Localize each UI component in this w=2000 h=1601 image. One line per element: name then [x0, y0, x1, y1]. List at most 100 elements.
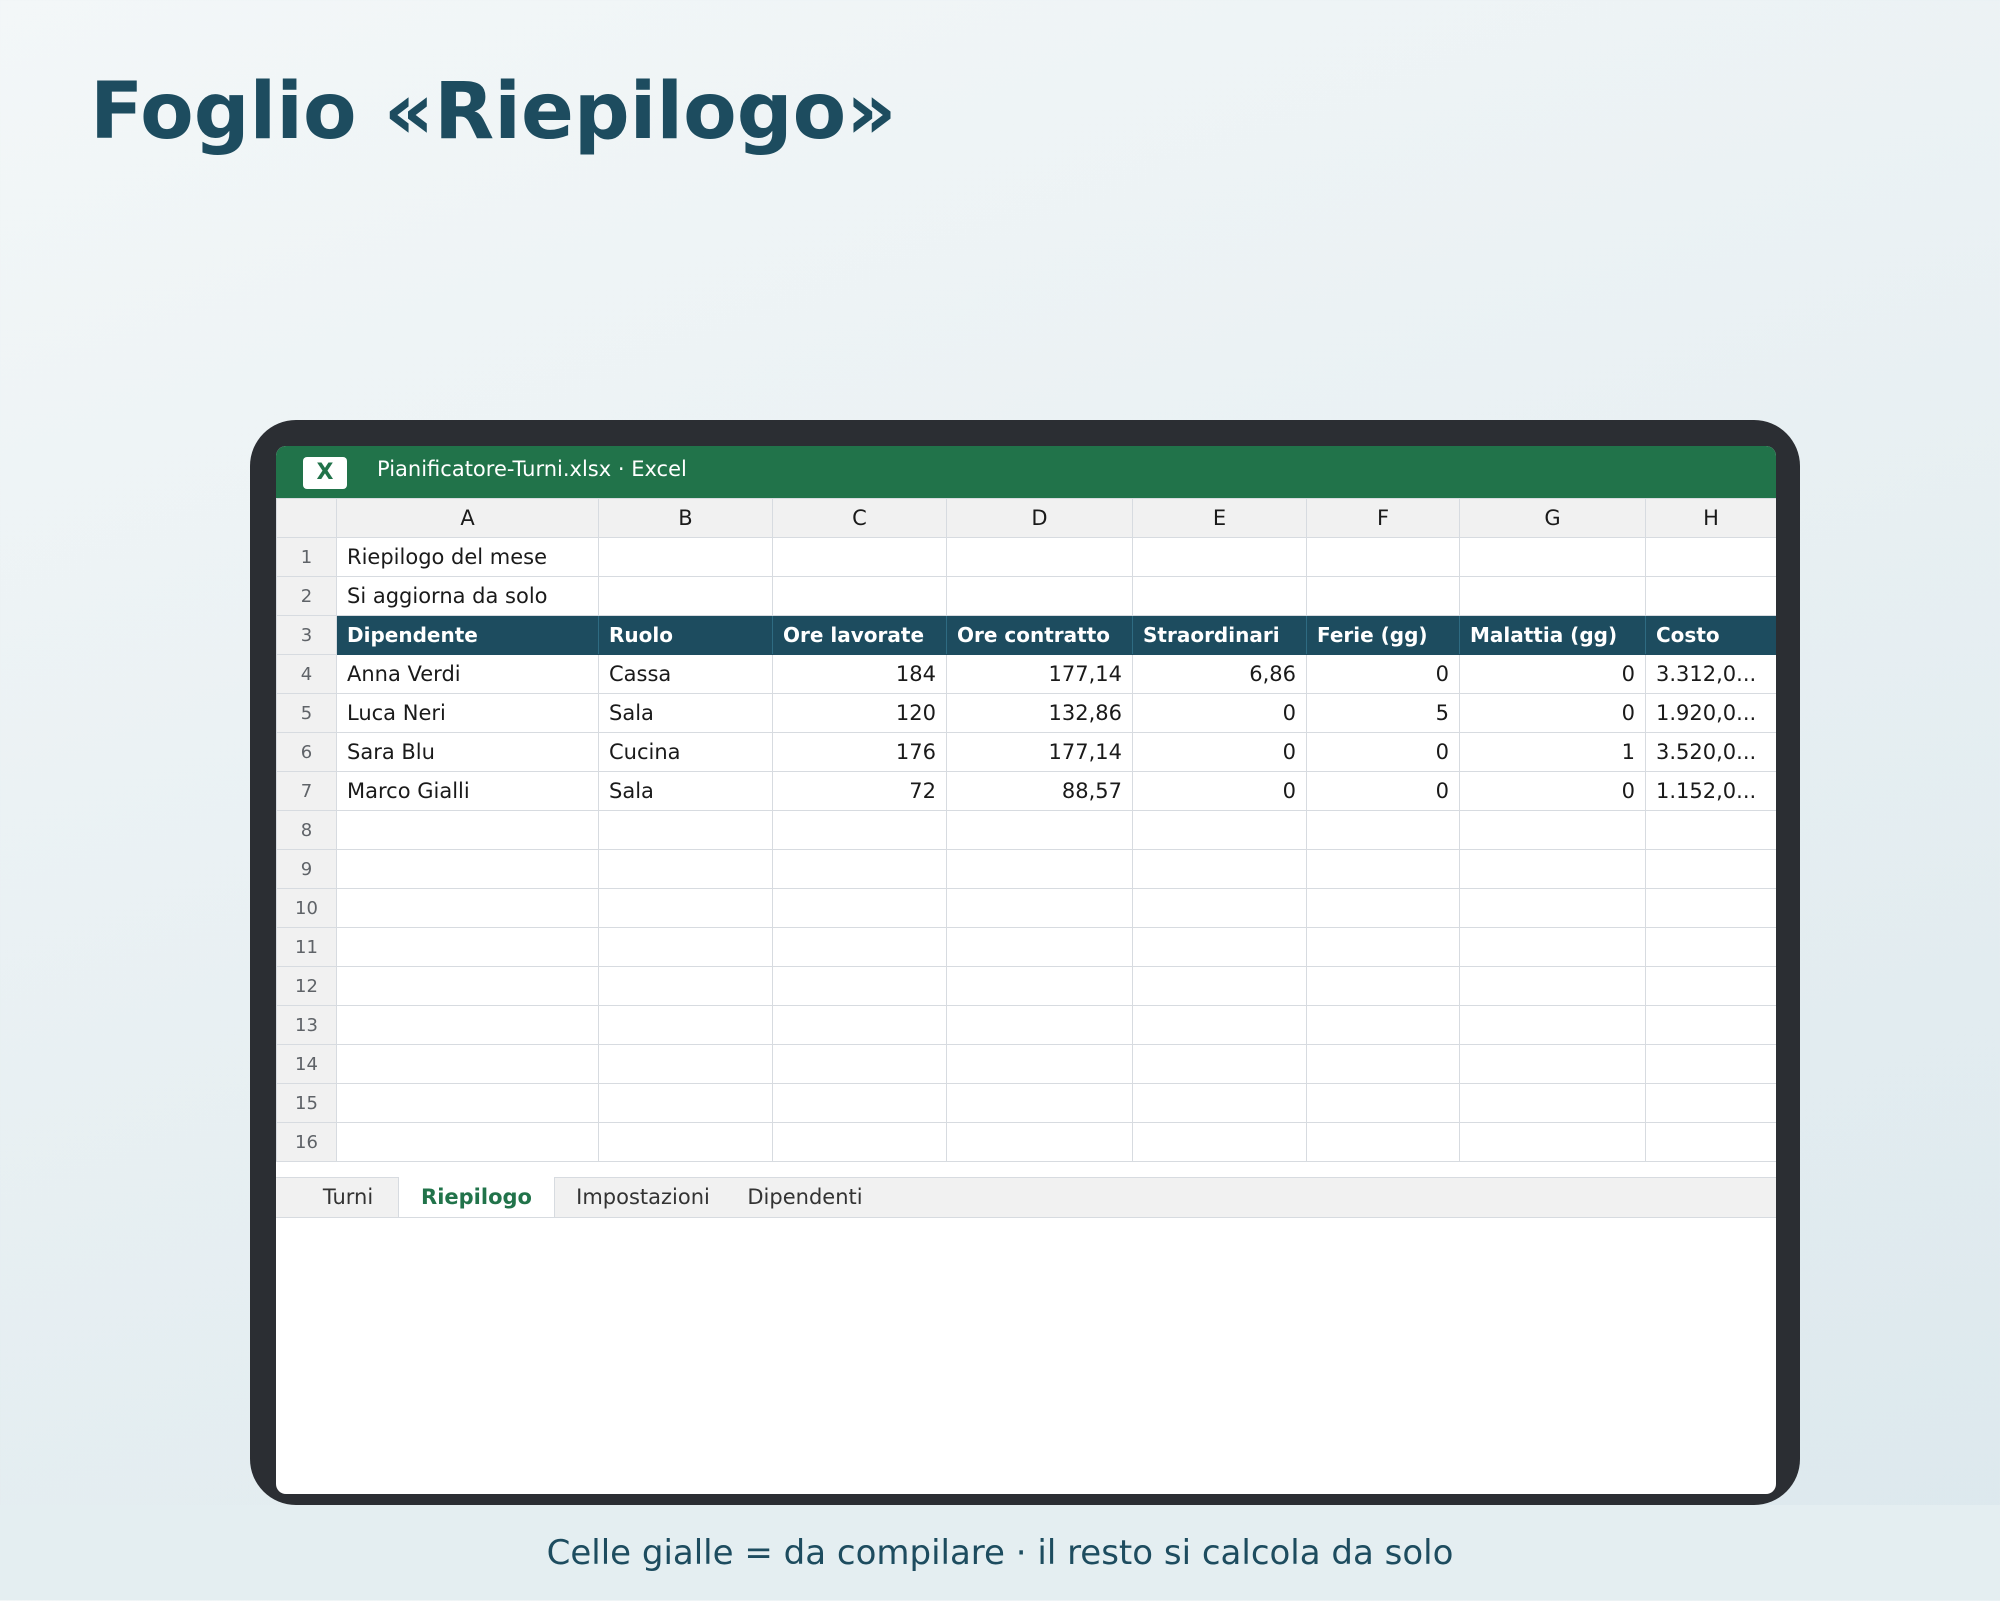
header-cell-straordinari[interactable]: Straordinari: [1132, 615, 1307, 655]
tab-turni[interactable]: Turni: [296, 1177, 400, 1218]
cell[interactable]: [598, 1044, 773, 1084]
cell[interactable]: [598, 927, 773, 967]
cell[interactable]: [336, 966, 599, 1006]
row-number[interactable]: 6: [276, 732, 337, 772]
cell[interactable]: [1459, 1122, 1646, 1162]
cell[interactable]: [1132, 537, 1307, 577]
cell[interactable]: [1306, 966, 1460, 1006]
column-header-g[interactable]: G: [1459, 498, 1646, 538]
cell[interactable]: [1306, 1044, 1460, 1084]
cell[interactable]: [1645, 1083, 1776, 1123]
cell[interactable]: [1306, 927, 1460, 967]
cell-ore-contratto[interactable]: 132,86: [946, 693, 1133, 733]
column-header-h[interactable]: H: [1645, 498, 1776, 538]
cell[interactable]: [946, 1122, 1133, 1162]
cell[interactable]: [1459, 888, 1646, 928]
cell[interactable]: [1459, 1083, 1646, 1123]
cell-ferie[interactable]: 0: [1306, 771, 1460, 811]
cell[interactable]: [1306, 576, 1460, 616]
cell[interactable]: [946, 576, 1133, 616]
cell[interactable]: [1306, 849, 1460, 889]
cell[interactable]: [336, 1083, 599, 1123]
cell-malattia[interactable]: 1: [1459, 732, 1646, 772]
row-number[interactable]: 14: [276, 1044, 337, 1084]
cell[interactable]: [1459, 1005, 1646, 1045]
cell[interactable]: [946, 537, 1133, 577]
cell-straordinari[interactable]: 0: [1132, 732, 1307, 772]
cell-malattia[interactable]: 0: [1459, 771, 1646, 811]
cell-sheet-subtitle[interactable]: Si aggiorna da solo: [336, 576, 599, 616]
cell[interactable]: [1306, 888, 1460, 928]
cell[interactable]: [1306, 1083, 1460, 1123]
cell-ore-lavorate[interactable]: 176: [772, 732, 947, 772]
cell[interactable]: [1459, 849, 1646, 889]
cell-dipendente[interactable]: Luca Neri: [336, 693, 599, 733]
cell-ferie[interactable]: 0: [1306, 654, 1460, 694]
cell-ruolo[interactable]: Cucina: [598, 732, 773, 772]
cell-costo[interactable]: 1.152,0...: [1645, 771, 1776, 811]
cell[interactable]: [598, 810, 773, 850]
cell[interactable]: [1645, 537, 1776, 577]
cell[interactable]: [772, 888, 947, 928]
cell[interactable]: [1459, 810, 1646, 850]
cell[interactable]: [772, 1083, 947, 1123]
tab-impostazioni[interactable]: Impostazioni: [560, 1177, 726, 1218]
cell[interactable]: [598, 1005, 773, 1045]
cell[interactable]: [1459, 966, 1646, 1006]
row-number[interactable]: 5: [276, 693, 337, 733]
cell[interactable]: [1132, 1083, 1307, 1123]
cell-dipendente[interactable]: Sara Blu: [336, 732, 599, 772]
cell[interactable]: [772, 576, 947, 616]
row-number[interactable]: 7: [276, 771, 337, 811]
cell[interactable]: [1645, 1122, 1776, 1162]
row-number[interactable]: 16: [276, 1122, 337, 1162]
row-number[interactable]: 4: [276, 654, 337, 694]
column-header-c[interactable]: C: [772, 498, 947, 538]
cell[interactable]: [772, 849, 947, 889]
cell[interactable]: [1132, 1044, 1307, 1084]
column-header-e[interactable]: E: [1132, 498, 1307, 538]
cell[interactable]: [1306, 1122, 1460, 1162]
row-number[interactable]: 10: [276, 888, 337, 928]
cell[interactable]: [336, 1005, 599, 1045]
cell-ore-lavorate[interactable]: 184: [772, 654, 947, 694]
cell[interactable]: [1132, 810, 1307, 850]
cell[interactable]: [1459, 927, 1646, 967]
cell-ore-contratto[interactable]: 177,14: [946, 654, 1133, 694]
column-header-f[interactable]: F: [1306, 498, 1460, 538]
cell[interactable]: [1645, 1044, 1776, 1084]
tab-dipendenti[interactable]: Dipendenti: [732, 1177, 878, 1218]
cell[interactable]: [1132, 1005, 1307, 1045]
row-number[interactable]: 1: [276, 537, 337, 577]
cell[interactable]: [1459, 1044, 1646, 1084]
cell-ruolo[interactable]: Sala: [598, 693, 773, 733]
cell[interactable]: [1132, 1122, 1307, 1162]
header-cell-dipendente[interactable]: Dipendente: [336, 615, 599, 655]
cell[interactable]: [946, 1044, 1133, 1084]
cell[interactable]: [336, 927, 599, 967]
cell-ore-lavorate[interactable]: 72: [772, 771, 947, 811]
cell[interactable]: [1459, 576, 1646, 616]
header-cell-costo[interactable]: Costo: [1645, 615, 1776, 655]
row-number[interactable]: 13: [276, 1005, 337, 1045]
header-cell-malattia[interactable]: Malattia (gg): [1459, 615, 1646, 655]
cell[interactable]: [1306, 1005, 1460, 1045]
cell-ferie[interactable]: 0: [1306, 732, 1460, 772]
cell[interactable]: [946, 1005, 1133, 1045]
cell-ore-lavorate[interactable]: 120: [772, 693, 947, 733]
cell-ore-contratto[interactable]: 177,14: [946, 732, 1133, 772]
cell[interactable]: [1306, 537, 1460, 577]
row-number[interactable]: 2: [276, 576, 337, 616]
column-header-d[interactable]: D: [946, 498, 1133, 538]
row-number[interactable]: 9: [276, 849, 337, 889]
cell[interactable]: [946, 966, 1133, 1006]
cell[interactable]: [336, 1044, 599, 1084]
cell-costo[interactable]: 3.520,0...: [1645, 732, 1776, 772]
cell[interactable]: [598, 537, 773, 577]
cell[interactable]: [946, 849, 1133, 889]
cell[interactable]: [772, 966, 947, 1006]
cell[interactable]: [1645, 888, 1776, 928]
cell[interactable]: [1645, 849, 1776, 889]
cell[interactable]: [1306, 810, 1460, 850]
cell[interactable]: [336, 1122, 599, 1162]
